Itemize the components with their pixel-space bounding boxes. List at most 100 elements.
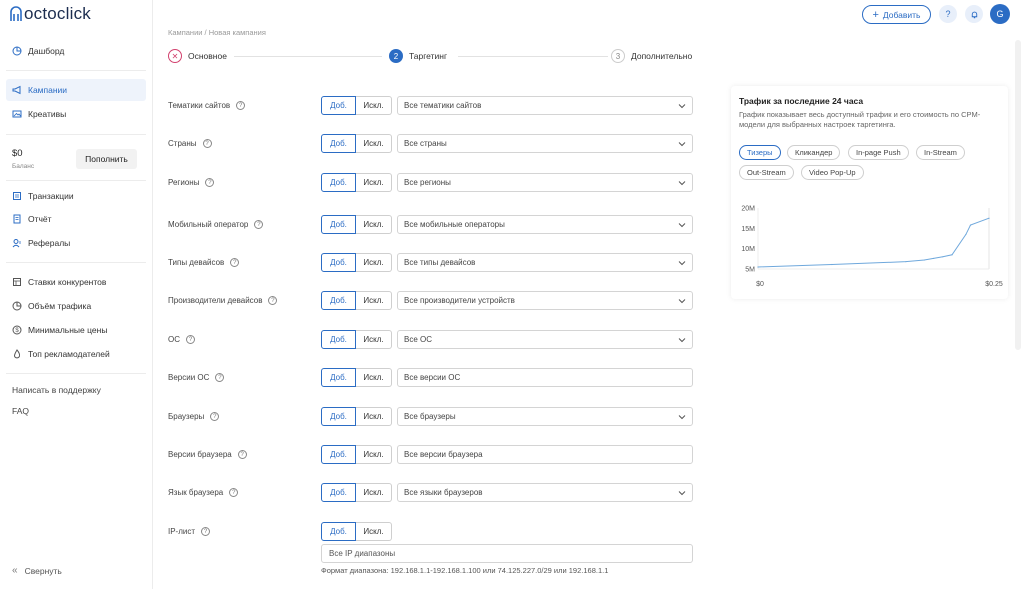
- help-icon[interactable]: ?: [205, 178, 215, 187]
- sidebar-item-creatives[interactable]: Креативы: [6, 103, 146, 125]
- support-link[interactable]: Написать в поддержку: [12, 385, 101, 395]
- collapse-button[interactable]: « Свернуть: [12, 565, 62, 576]
- step-label: Дополнительно: [631, 51, 693, 61]
- include-exclude-toggle-device-manufacturers: Доб. Искл.: [321, 291, 392, 310]
- exclude-button[interactable]: Искл.: [356, 253, 392, 272]
- exclude-button[interactable]: Искл.: [356, 407, 392, 426]
- sidebar-item-top-advertisers[interactable]: Топ рекламодателей: [6, 343, 146, 365]
- exclude-button[interactable]: Искл.: [356, 330, 392, 349]
- y-tick-label: 5M: [745, 267, 755, 274]
- y-tick-label: 20M: [741, 206, 755, 213]
- step-basic[interactable]: ✕ Основное: [168, 49, 231, 63]
- step-additional[interactable]: 3 Дополнительно: [611, 49, 697, 63]
- notifications-button[interactable]: [965, 5, 983, 23]
- logo[interactable]: octoclick: [9, 4, 91, 24]
- help-icon[interactable]: ?: [254, 220, 264, 229]
- select-browsers[interactable]: Все браузеры: [397, 407, 693, 426]
- select-countries[interactable]: Все страны: [397, 134, 693, 153]
- exclude-button[interactable]: Искл.: [356, 368, 392, 387]
- help-icon[interactable]: ?: [210, 412, 220, 421]
- exclude-button[interactable]: Искл.: [356, 291, 392, 310]
- help-icon[interactable]: ?: [230, 258, 240, 267]
- select-device-manufacturers[interactable]: Все производители устройств: [397, 291, 693, 310]
- step-targeting[interactable]: 2 Таргетинг: [389, 49, 452, 63]
- select-regions[interactable]: Все регионы: [397, 173, 693, 192]
- help-icon[interactable]: ?: [229, 488, 239, 497]
- include-button[interactable]: Доб.: [321, 330, 356, 349]
- include-button[interactable]: Доб.: [321, 96, 356, 115]
- select-device-types[interactable]: Все типы девайсов: [397, 253, 693, 272]
- include-button[interactable]: Доб.: [321, 253, 356, 272]
- help-icon[interactable]: ?: [186, 335, 195, 344]
- flame-icon: [12, 349, 22, 359]
- include-button[interactable]: Доб.: [321, 173, 356, 192]
- x-tick-label: $0: [756, 281, 764, 288]
- input-os-versions[interactable]: Все версии ОС: [397, 368, 693, 387]
- sidebar-item-label: Креативы: [28, 109, 67, 119]
- help-icon[interactable]: ?: [236, 101, 246, 110]
- exclude-button[interactable]: Искл.: [356, 483, 392, 502]
- include-button[interactable]: Доб.: [321, 368, 356, 387]
- help-icon[interactable]: ?: [202, 139, 212, 148]
- sidebar-item-label: Минимальные цены: [28, 325, 108, 335]
- step-number: 2: [389, 49, 403, 63]
- sidebar-item-transactions[interactable]: Транзакции: [6, 185, 146, 207]
- chevron-down-icon: [678, 181, 686, 186]
- select-os[interactable]: Все ОС: [397, 330, 693, 349]
- include-exclude-toggle-countries: Доб. Искл.: [321, 134, 392, 153]
- sidebar-item-min-prices[interactable]: $ Минимальные цены: [6, 319, 146, 341]
- exclude-button[interactable]: Искл.: [356, 522, 392, 541]
- data-point: [951, 254, 953, 256]
- avatar[interactable]: G: [990, 4, 1010, 24]
- sidebar-item-report[interactable]: Отчёт: [6, 208, 146, 230]
- select-mobile-operator[interactable]: Все мобильные операторы: [397, 215, 693, 234]
- include-button[interactable]: Доб.: [321, 522, 356, 541]
- input-browser-versions[interactable]: Все версии браузера: [397, 445, 693, 464]
- include-button[interactable]: Доб.: [321, 134, 356, 153]
- ip-range-input[interactable]: Все IP диапазоны: [321, 544, 693, 563]
- include-button[interactable]: Доб.: [321, 483, 356, 502]
- sidebar-item-campaigns[interactable]: Кампании: [6, 79, 146, 101]
- chevron-down-icon: [678, 299, 686, 304]
- select-site-topics[interactable]: Все тематики сайтов: [397, 96, 693, 115]
- include-button[interactable]: Доб.: [321, 215, 356, 234]
- row-label-os: ОС?: [168, 335, 195, 344]
- faq-link[interactable]: FAQ: [12, 406, 29, 416]
- x-tick-label: $0.25: [985, 281, 1003, 288]
- add-button-label: Добавить: [882, 9, 921, 20]
- sidebar-item-referrals[interactable]: Рефералы: [6, 232, 146, 254]
- chevron-down-icon: [678, 142, 686, 147]
- select-browser-language[interactable]: Все языки браузеров: [397, 483, 693, 502]
- row-label-text: Типы девайсов: [168, 258, 225, 267]
- help-icon[interactable]: ?: [201, 527, 211, 536]
- sidebar-item-traffic-volume[interactable]: Объём трафика: [6, 295, 146, 317]
- exclude-button[interactable]: Искл.: [356, 173, 392, 192]
- chevron-down-icon: [678, 261, 686, 266]
- topup-button[interactable]: Пополнить: [76, 149, 137, 169]
- exclude-button[interactable]: Искл.: [356, 96, 392, 115]
- select-value: Все языки браузеров: [404, 488, 483, 497]
- help-icon[interactable]: ?: [268, 296, 278, 305]
- help-icon[interactable]: ?: [237, 450, 247, 459]
- exclude-button[interactable]: Искл.: [356, 445, 392, 464]
- help-button[interactable]: ?: [939, 5, 957, 23]
- select-value: Все тематики сайтов: [404, 101, 482, 110]
- sidebar-item-competitor-bids[interactable]: Ставки конкурентов: [6, 271, 146, 293]
- include-exclude-toggle-browsers: Доб. Искл.: [321, 407, 392, 426]
- include-button[interactable]: Доб.: [321, 407, 356, 426]
- include-button[interactable]: Доб.: [321, 445, 356, 464]
- ip-format-hint: Формат диапазона: 192.168.1.1-192.168.1.…: [321, 566, 609, 575]
- exclude-button[interactable]: Искл.: [356, 215, 392, 234]
- scrollbar[interactable]: [1015, 40, 1021, 350]
- help-icon[interactable]: ?: [215, 373, 225, 382]
- stepper: ✕ Основное 2 Таргетинг 3 Дополнительно: [168, 49, 708, 65]
- row-label-site-topics: Тематики сайтов?: [168, 101, 246, 110]
- sidebar-item-dashboard[interactable]: Дашборд: [6, 40, 146, 62]
- add-button[interactable]: + Добавить: [862, 5, 931, 24]
- include-button[interactable]: Доб.: [321, 291, 356, 310]
- select-value: Все страны: [404, 139, 447, 148]
- exclude-button[interactable]: Искл.: [356, 134, 392, 153]
- row-label-mobile-operator: Мобильный оператор?: [168, 220, 264, 229]
- balance-amount: $0: [12, 148, 23, 159]
- chevron-down-icon: [678, 338, 686, 343]
